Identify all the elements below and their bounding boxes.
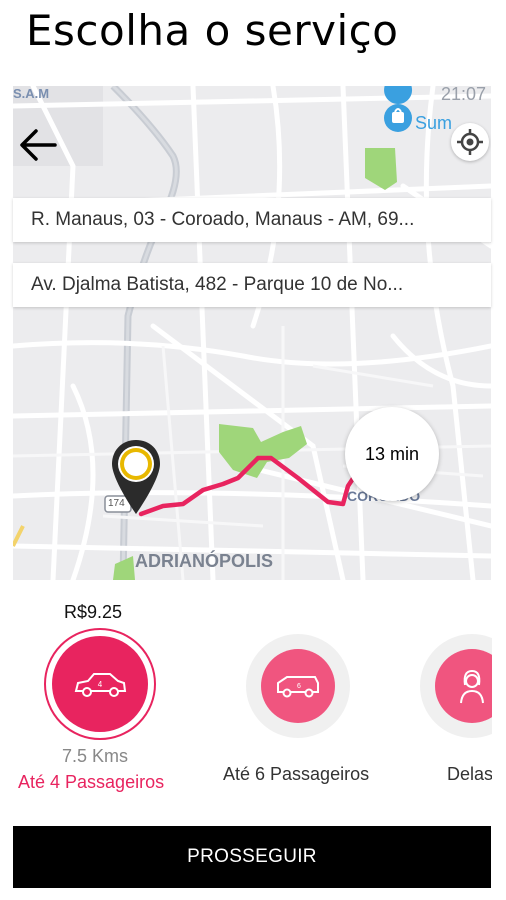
- my-location-button[interactable]: [451, 123, 489, 161]
- crosshair-icon: [457, 129, 483, 155]
- destination-address-text: Av. Djalma Batista, 482 - Parque 10 de N…: [31, 274, 404, 295]
- service-label-6-passengers: Até 6 Passageiros: [223, 764, 370, 784]
- arrow-left-icon: [20, 129, 57, 161]
- back-button[interactable]: [15, 122, 61, 168]
- map-label-top-left: S.A.M: [13, 86, 50, 101]
- service-label-delas: Delas: [447, 764, 492, 784]
- origin-pin: [110, 438, 162, 523]
- map-label-time: 21:07: [441, 86, 487, 104]
- service-distance: 7.5 Kms: [62, 746, 129, 766]
- page-title: Escolha o serviço: [26, 6, 399, 55]
- service-option-6-passengers[interactable]: 6: [246, 634, 350, 738]
- proceed-button[interactable]: PROSSEGUIR: [13, 826, 491, 888]
- origin-address-text: R. Manaus, 03 - Coroado, Manaus - AM, 69…: [31, 209, 415, 230]
- service-price: R$9.25: [64, 602, 123, 622]
- van-icon: 6: [277, 676, 319, 698]
- service-option-delas-clip: Delas: [420, 628, 492, 798]
- map-label-place: Sum: [415, 113, 453, 133]
- destination-address-field[interactable]: Av. Djalma Batista, 482 - Parque 10 de N…: [13, 263, 491, 307]
- eta-bubble: 13 min: [345, 407, 439, 501]
- car-icon: 4: [74, 673, 127, 697]
- map-label-adrianopolis: ADRIANÓPOLIS: [135, 551, 274, 571]
- svg-text:6: 6: [297, 683, 301, 690]
- origin-address-field[interactable]: R. Manaus, 03 - Coroado, Manaus - AM, 69…: [13, 198, 491, 242]
- woman-icon: [460, 669, 484, 704]
- route-map[interactable]: S.A.M 21:07 Sum COROADO ADRIANÓPOLIS 174…: [13, 86, 491, 580]
- location-pin-icon: [112, 440, 160, 514]
- svg-text:4: 4: [98, 680, 103, 689]
- map-background: [13, 86, 491, 580]
- service-option-4-passengers[interactable]: 4: [44, 628, 156, 740]
- service-option-delas[interactable]: [420, 634, 492, 738]
- service-label-4-passengers: Até 4 Passageiros: [18, 772, 165, 792]
